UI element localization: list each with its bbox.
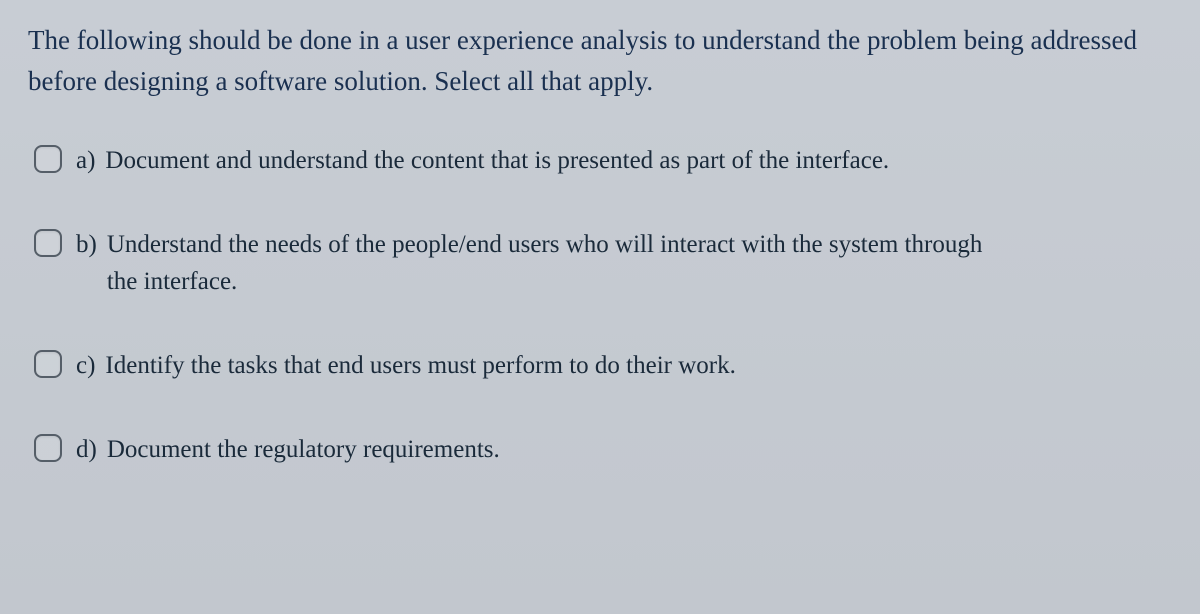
option-d-letter: d) [76, 432, 97, 468]
checkbox-c[interactable] [34, 350, 62, 378]
option-a-letter: a) [76, 143, 95, 179]
option-a-content: a) Document and understand the content t… [76, 143, 1172, 179]
option-d-text: Document the regulatory requirements. [107, 432, 500, 468]
option-c-text: Identify the tasks that end users must p… [105, 348, 735, 384]
option-a: a) Document and understand the content t… [34, 143, 1172, 179]
options-list: a) Document and understand the content t… [28, 143, 1172, 468]
checkbox-a[interactable] [34, 145, 62, 173]
option-b-text: Understand the needs of the people/end u… [107, 227, 1007, 300]
option-a-text: Document and understand the content that… [105, 143, 889, 179]
option-b: b) Understand the needs of the people/en… [34, 227, 1172, 300]
option-b-content: b) Understand the needs of the people/en… [76, 227, 1172, 300]
checkbox-b[interactable] [34, 229, 62, 257]
checkbox-d[interactable] [34, 434, 62, 462]
question-prompt: The following should be done in a user e… [28, 20, 1172, 101]
option-c-letter: c) [76, 348, 95, 384]
option-c-content: c) Identify the tasks that end users mus… [76, 348, 1172, 384]
option-b-letter: b) [76, 227, 97, 263]
option-d-content: d) Document the regulatory requirements. [76, 432, 1172, 468]
option-c: c) Identify the tasks that end users mus… [34, 348, 1172, 384]
option-d: d) Document the regulatory requirements. [34, 432, 1172, 468]
